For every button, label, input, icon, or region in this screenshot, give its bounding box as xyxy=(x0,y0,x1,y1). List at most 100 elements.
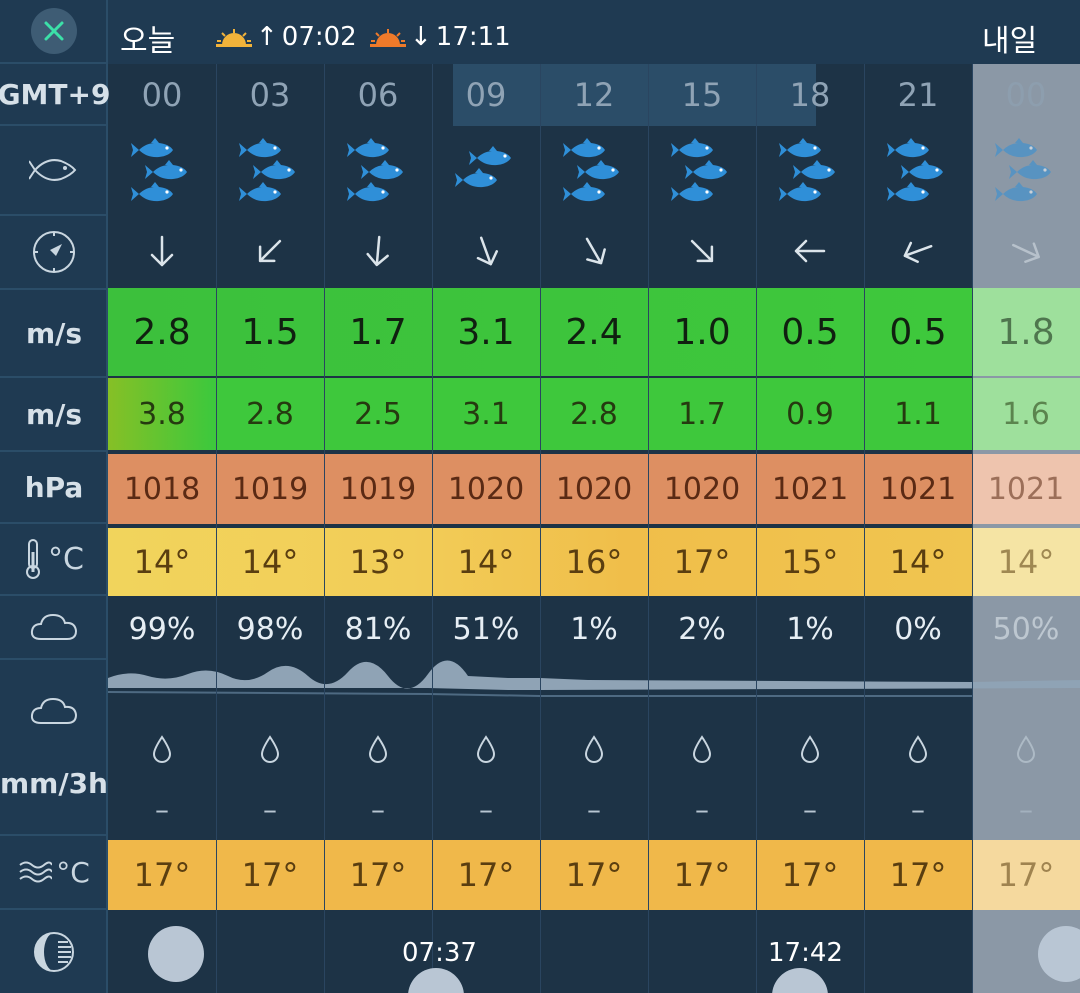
cloud-cover-value: 81% xyxy=(344,611,412,647)
forecast-column[interactable]: 09 3.1 3.1 1020 14° 51% – 17° xyxy=(432,64,540,993)
hour-label: 09 xyxy=(465,76,507,114)
raindrop-icon xyxy=(108,724,216,774)
forecast-column[interactable]: 03 1.5 2.8 1019 14° 98% – 17° xyxy=(216,64,324,993)
column-separator xyxy=(864,64,865,993)
cloud-cover-value: 51% xyxy=(452,611,520,647)
moon-phase-circle xyxy=(148,926,204,982)
moonrise-time: 07:37 xyxy=(402,938,477,968)
precipitation-value: – xyxy=(263,792,277,826)
sea-temperature-value: 17° xyxy=(673,856,731,894)
wind-speed-value: 1.5 xyxy=(241,311,299,353)
pressure-unit-label: hPa xyxy=(0,452,108,524)
wind-gust-value: 2.8 xyxy=(246,396,294,432)
sunrise-value: 07:02 xyxy=(281,22,357,52)
column-separator xyxy=(972,64,973,993)
wind-speed-value: 0.5 xyxy=(889,311,947,353)
raindrop-icon xyxy=(648,724,756,774)
cloud-cover-value: 98% xyxy=(236,611,304,647)
close-cell xyxy=(0,0,108,64)
raindrop-icon xyxy=(216,724,324,774)
wind-direction-arrow-icon xyxy=(540,214,648,288)
precipitation-value: – xyxy=(587,792,601,826)
sunset-value: 17:11 xyxy=(435,22,511,52)
forecast-column[interactable]: 06 1.7 2.5 1019 13° 81% – 17° xyxy=(324,64,432,993)
tomorrow-label: 내일 xyxy=(982,24,1038,59)
wind-speed-value: 0.5 xyxy=(781,311,839,353)
wind-direction-arrow-icon xyxy=(324,214,432,288)
sea-temp-unit-label: °C xyxy=(56,855,90,889)
wind-direction-arrow-icon xyxy=(648,214,756,288)
sea-temperature-value: 17° xyxy=(457,856,515,894)
close-button[interactable] xyxy=(31,8,77,54)
wind-direction-arrow-icon xyxy=(972,214,1080,288)
sunrise-icon xyxy=(216,29,252,47)
today-label: 오늘 xyxy=(120,24,176,59)
precipitation-cell: mm/3h xyxy=(0,660,108,836)
sea-temperature-value: 17° xyxy=(781,856,839,894)
wind-speed-value: 2.8 xyxy=(133,311,191,353)
sidebar: GMT+9 m/s m/s hPa °C mm/3h °C xyxy=(0,0,110,993)
sea-temperature-value: 17° xyxy=(565,856,623,894)
sunset-time: ↓ 17:11 xyxy=(370,22,511,52)
forecast-column[interactable]: 12 2.4 2.8 1020 16° 1% – 17° xyxy=(540,64,648,993)
hour-label: 03 xyxy=(249,76,291,114)
column-separator xyxy=(216,64,217,993)
forecast-column[interactable]: 00 2.8 3.8 1018 14° 99% – 17° xyxy=(108,64,216,993)
wind-gust-value: 3.1 xyxy=(462,396,510,432)
pressure-value: 1019 xyxy=(231,471,309,507)
temperature-value: 16° xyxy=(565,543,623,581)
temperature-cell: °C xyxy=(0,524,108,596)
compass-icon xyxy=(0,216,108,290)
temperature-unit-label: °C xyxy=(48,541,84,577)
sunset-icon xyxy=(370,29,406,47)
pressure-value: 1021 xyxy=(879,471,957,507)
hour-label: 12 xyxy=(573,76,615,114)
sea-temperature-value: 17° xyxy=(349,856,407,894)
fish-activity-indicator xyxy=(540,126,648,214)
wind-direction-arrow-icon xyxy=(864,214,972,288)
fish-activity-indicator xyxy=(216,126,324,214)
pressure-value: 1021 xyxy=(987,471,1065,507)
wind-gust-value: 1.7 xyxy=(678,396,726,432)
column-separator xyxy=(432,64,433,993)
moonset-time: 17:42 xyxy=(768,938,843,968)
temperature-value: 14° xyxy=(241,543,299,581)
precipitation-value: – xyxy=(1019,792,1033,826)
pressure-value: 1020 xyxy=(663,471,741,507)
wind-speed-value: 1.8 xyxy=(997,311,1055,353)
hour-label: 18 xyxy=(789,76,831,114)
sea-temperature-value: 17° xyxy=(889,856,947,894)
cloud-cover-value: 50% xyxy=(992,611,1060,647)
temperature-value: 14° xyxy=(457,543,515,581)
wind-direction-arrow-icon xyxy=(216,214,324,288)
forecast-column[interactable]: 18 0.5 0.9 1021 15° 1% – 17° xyxy=(756,64,864,993)
close-icon xyxy=(44,21,64,41)
precipitation-value: – xyxy=(155,792,169,826)
wind-speed-value: 1.0 xyxy=(673,311,731,353)
sea-temperature-value: 17° xyxy=(997,856,1055,894)
thermometer-icon xyxy=(26,539,41,579)
hour-label: 00 xyxy=(141,76,183,114)
forecast-column[interactable]: 00 1.8 1.6 1021 14° 50% – 17° xyxy=(972,64,1080,993)
forecast-column[interactable]: 15 1.0 1.7 1020 17° 2% – 17° xyxy=(648,64,756,993)
moon-phase-icon xyxy=(0,910,108,993)
precipitation-value: – xyxy=(479,792,493,826)
fish-activity-indicator xyxy=(108,126,216,214)
pressure-value: 1021 xyxy=(771,471,849,507)
sea-temperature-value: 17° xyxy=(133,856,191,894)
forecast-column[interactable]: 21 0.5 1.1 1021 14° 0% – 17° xyxy=(864,64,972,993)
fish-activity-indicator xyxy=(972,126,1080,214)
header-row: 오늘 ↑ 07:02 ↓ 17:11 xyxy=(108,0,1080,64)
pressure-value: 1020 xyxy=(555,471,633,507)
raindrop-icon xyxy=(540,724,648,774)
cloud-cover-value: 0% xyxy=(894,611,942,647)
wind-direction-arrow-icon xyxy=(756,214,864,288)
temperature-value: 14° xyxy=(133,543,191,581)
hour-label: 00 xyxy=(1005,76,1047,114)
precip-unit-label: mm/3h xyxy=(0,766,108,800)
fish-activity-indicator xyxy=(864,126,972,214)
wind-gust-value: 3.8 xyxy=(138,396,186,432)
waves-icon xyxy=(19,861,53,883)
temperature-value: 13° xyxy=(349,543,407,581)
wind-direction-arrow-icon xyxy=(432,214,540,288)
